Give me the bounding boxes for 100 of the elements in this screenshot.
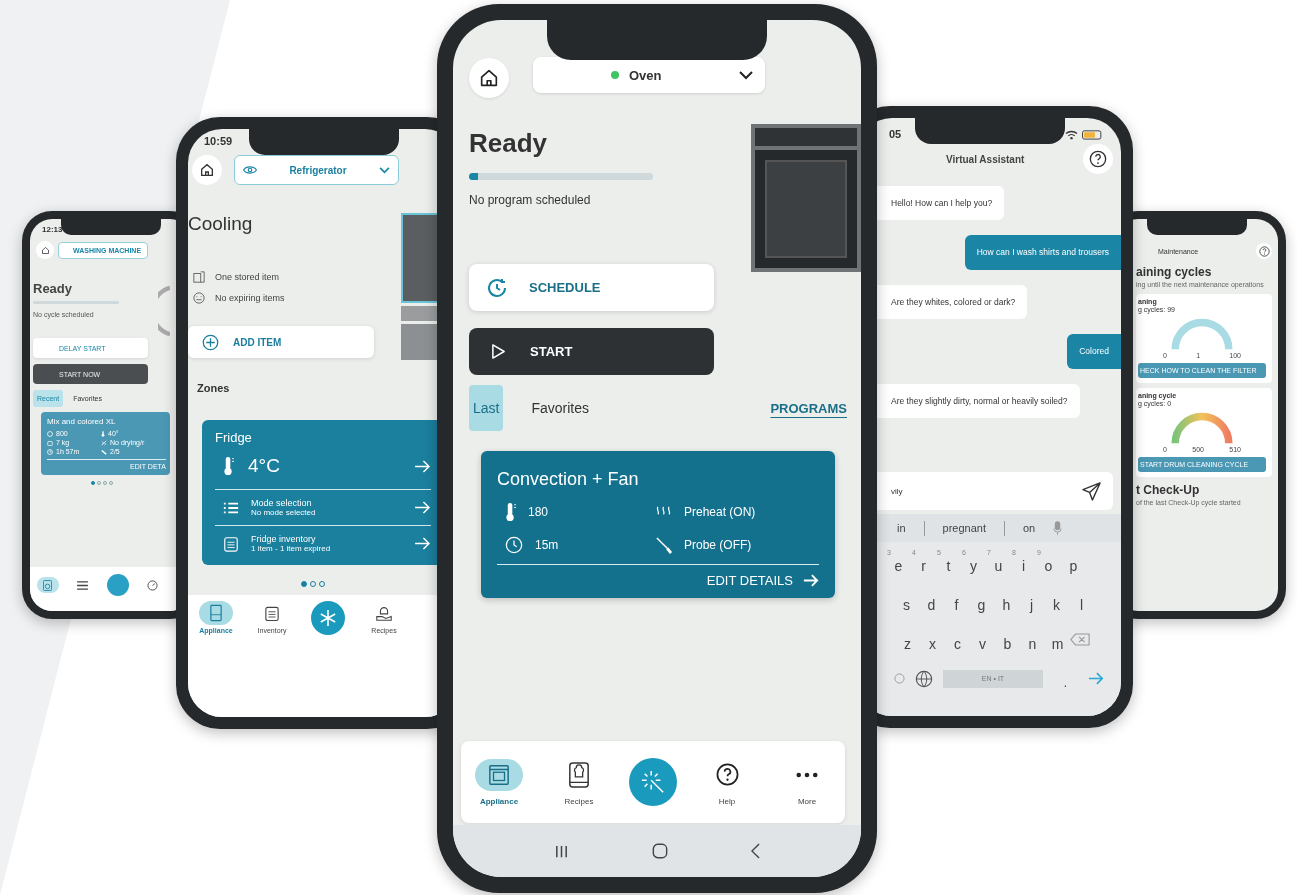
message-field[interactable]: vily (877, 472, 1113, 510)
home-button[interactable] (192, 155, 222, 185)
keyboard-key[interactable]: k (1044, 588, 1069, 613)
schedule-button[interactable]: SCHEDULE (469, 264, 714, 311)
home-icon[interactable] (652, 843, 668, 859)
status-time: 05 (889, 128, 902, 140)
arrow-right-icon (803, 574, 819, 587)
help-icon (1089, 150, 1107, 168)
keyboard-key[interactable]: l (1069, 588, 1094, 613)
spec-text: 180 (528, 505, 549, 519)
help-button[interactable] (1083, 144, 1113, 174)
word-suggestion[interactable]: on (1023, 522, 1036, 534)
recent-apps-icon[interactable] (554, 843, 570, 859)
keyboard-key[interactable]: p (1061, 549, 1086, 574)
drying-icon (101, 439, 107, 446)
keyboard-key[interactable]: c (945, 627, 970, 652)
tab[interactable]: Favorites (527, 385, 594, 431)
backspace-icon[interactable] (1070, 633, 1090, 646)
fridge-icon (210, 604, 222, 622)
status-title: Ready (33, 281, 74, 296)
programs-link[interactable]: PROGRAMS (770, 400, 847, 416)
schedule-note: No program scheduled (469, 193, 592, 207)
row-title: Fridge inventory (251, 534, 317, 544)
keyboard-key[interactable]: h (994, 588, 1019, 613)
home-icon (199, 162, 215, 178)
period-key[interactable]: . (1053, 666, 1078, 691)
back-icon[interactable] (750, 843, 760, 859)
keyboard-key[interactable]: v (970, 627, 995, 652)
nav-tab[interactable]: More (777, 758, 837, 806)
keyboard-key[interactable]: d (919, 588, 944, 613)
keyboard-key[interactable]: s (894, 588, 919, 613)
keyboard-key[interactable]: f (944, 588, 969, 613)
chevron-down-icon (379, 166, 390, 174)
status-time: 12:13 (42, 225, 63, 234)
keyboard-key[interactable]: b (995, 627, 1020, 652)
face-icon (193, 292, 205, 304)
keyboard-key[interactable]: m (1045, 627, 1070, 652)
section-title: Zones (197, 382, 231, 394)
info-text: No expiring items (215, 293, 285, 303)
bot-message: Are they whites, colored or dark? (877, 284, 1028, 320)
start-button[interactable]: START (469, 328, 714, 375)
row-subtitle: 1 item - 1 item expired (251, 544, 332, 553)
globe-icon[interactable] (915, 669, 933, 688)
chevron-down-icon (739, 70, 753, 80)
zone-title: Fridge (215, 430, 253, 445)
arrow-right-icon (414, 537, 431, 550)
word-suggestion[interactable]: pregnant (942, 522, 986, 534)
thermometer-icon (223, 456, 234, 476)
program-card[interactable]: Convection + Fan 180 Preheat (ON) 15m Probe (OFF) EDIT DETAILS (481, 451, 835, 598)
screen-title: Virtual Assistant (946, 153, 1025, 165)
tab[interactable]: Last (469, 385, 504, 431)
clipboard-icon (265, 604, 279, 622)
emoji-icon[interactable] (894, 673, 905, 684)
home-icon (40, 245, 50, 255)
keyboard-key[interactable]: x (920, 627, 945, 652)
program-title: Mix and colored XL (47, 417, 117, 426)
word-suggestion[interactable]: in (897, 522, 906, 534)
add-item-button[interactable]: ADD ITEM (188, 326, 374, 358)
send-icon[interactable] (1082, 482, 1101, 501)
snowflake-button[interactable] (311, 601, 345, 635)
washer-icon (43, 579, 52, 591)
spin-icon (47, 430, 53, 437)
status-time: 10:59 (204, 135, 233, 147)
row-subtitle: No mode selected (251, 508, 317, 517)
keyboard-key[interactable]: z (895, 627, 920, 652)
temperature-value: 4°C (248, 455, 281, 477)
gauge-icon (147, 579, 158, 591)
nav-tab[interactable]: Help (697, 758, 757, 806)
clock-icon (505, 536, 523, 554)
program-title: Convection + Fan (497, 469, 640, 490)
appliance-dropdown[interactable]: Oven (533, 57, 765, 93)
pager-dot[interactable] (300, 581, 307, 587)
keyboard-key[interactable]: g (969, 588, 994, 613)
list-icon (77, 580, 88, 590)
recipe-book-icon (568, 761, 590, 788)
appliance-dropdown[interactable]: Refrigerator (234, 155, 399, 185)
row-title: Mode selection (251, 498, 313, 508)
zone-card[interactable]: Fridge 4°C Mode selection No mode selected Fridge inventory 1 item - 1 item expired (202, 420, 437, 565)
soil-icon (101, 448, 107, 455)
spec-text: Probe (OFF) (684, 538, 752, 552)
bot-message: Are they slightly dirty, normal or heavily soiled? (877, 383, 1080, 419)
pager-dot[interactable] (90, 481, 95, 485)
arrow-right-icon[interactable] (1088, 672, 1104, 685)
home-icon (478, 67, 500, 89)
arrow-right-icon (414, 501, 431, 514)
help-icon (715, 763, 739, 786)
keyboard-key[interactable]: n (1020, 627, 1045, 652)
nav-tab[interactable]: Recipes (549, 758, 609, 806)
more-icon (796, 771, 818, 778)
keyboard-key[interactable]: j (1019, 588, 1044, 613)
user-message: How can I wash shirts and trousers (964, 235, 1121, 270)
spec-text: Preheat (ON) (684, 505, 756, 519)
edit-details-link[interactable]: EDIT DETAILS (497, 573, 819, 588)
microphone-icon[interactable] (1053, 520, 1063, 536)
oven-icon (488, 763, 510, 786)
status-title: Cooling (188, 213, 254, 235)
home-button[interactable] (469, 58, 509, 98)
magic-wand-button[interactable] (629, 758, 677, 806)
spec-text: 15m (535, 538, 559, 552)
drop-button[interactable] (106, 574, 129, 596)
